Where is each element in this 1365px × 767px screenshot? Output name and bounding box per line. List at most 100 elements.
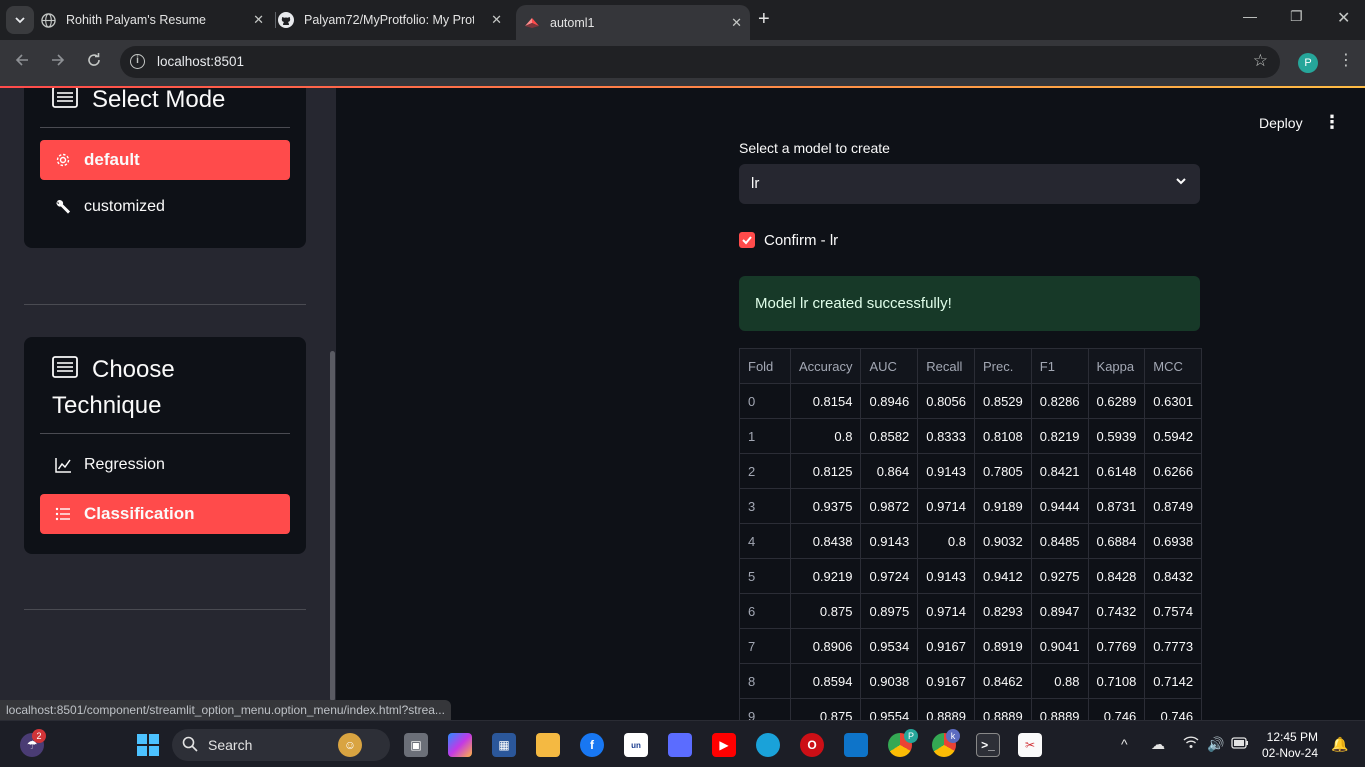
app-menu-icon[interactable]: ⋮ [1323, 112, 1341, 133]
unstop-icon[interactable]: un [624, 733, 648, 757]
metric-cell: 0.8333 [917, 418, 975, 454]
bookmark-star-icon[interactable]: ☆ [1253, 51, 1268, 71]
vscode-icon[interactable] [844, 733, 868, 757]
table-row[interactable]: 8 0.8594 0.9038 0.9167 0.8462 0.88 0.7108 0.714… [739, 663, 1203, 699]
restore-icon[interactable]: ❐ [1290, 8, 1303, 25]
url-text[interactable]: localhost:8501 [157, 54, 244, 69]
table-row[interactable]: 4 0.8438 0.9143 0.8 0.9032 0.8485 0.6884 0.6938 [739, 523, 1203, 559]
windows-start-icon[interactable] [136, 733, 160, 757]
opera-icon[interactable]: O [800, 733, 824, 757]
close-window-icon[interactable]: ✕ [1337, 8, 1350, 28]
close-icon[interactable]: ✕ [491, 12, 502, 28]
notification-bell-icon[interactable]: 🔔 [1331, 736, 1348, 753]
metric-cell: 0.746 [1144, 698, 1203, 720]
select-mode-label: Select Mode [92, 88, 226, 113]
github-icon [278, 12, 294, 28]
metric-cell: 0.9554 [860, 698, 919, 720]
forward-arrow-icon[interactable] [50, 52, 66, 73]
minimize-icon[interactable]: — [1243, 8, 1257, 24]
col-header[interactable]: Accuracy [789, 348, 862, 384]
address-bar[interactable]: i localhost:8501 ☆ [120, 46, 1280, 78]
option-label: customized [84, 198, 165, 215]
tab-resume[interactable]: Rohith Palyam's Resume ✕ [40, 6, 272, 34]
table-row[interactable]: 0 0.8154 0.8946 0.8056 0.8529 0.8286 0.6289 0.6… [739, 383, 1203, 419]
store-icon[interactable]: ▦ [492, 733, 516, 757]
option-classification[interactable]: Classification [40, 494, 290, 534]
tab-github[interactable]: Palyam72/MyProtfolio: My Prot ✕ [278, 6, 510, 34]
copilot-icon[interactable] [448, 733, 472, 757]
system-clock[interactable]: 12:45 PM 02-Nov-24 [1262, 729, 1318, 761]
metric-cell: 0.6884 [1087, 523, 1146, 559]
option-default[interactable]: default [40, 140, 290, 180]
wrench-icon [54, 198, 72, 216]
metric-cell: 0.9714 [917, 593, 975, 629]
clock-date: 02-Nov-24 [1262, 746, 1319, 760]
col-header[interactable]: MCC [1144, 348, 1203, 384]
table-row[interactable]: 3 0.9375 0.9872 0.9714 0.9189 0.9444 0.8731 0.8… [739, 488, 1203, 524]
battery-icon[interactable] [1231, 736, 1249, 752]
metric-cell: 0.88 [1030, 663, 1089, 699]
option-regression[interactable]: Regression [40, 445, 290, 485]
chevron-up-icon[interactable]: ^ [1121, 736, 1128, 752]
volume-icon[interactable]: 🔊 [1207, 736, 1224, 753]
model-select-label: Select a model to create [739, 140, 890, 156]
snipping-tool-icon[interactable]: ✂ [1018, 733, 1042, 757]
model-select[interactable]: lr [739, 164, 1200, 204]
edge-icon[interactable] [756, 733, 780, 757]
widgets-badge: 2 [32, 729, 46, 743]
terminal-icon[interactable]: >_ [976, 733, 1000, 757]
profile-avatar[interactable]: P [1298, 53, 1318, 73]
metric-cell: 0.8947 [1030, 593, 1089, 629]
metric-cell: 0.9275 [1030, 558, 1089, 594]
option-customized[interactable]: customized [40, 187, 290, 227]
metric-cell: 0.746 [1087, 698, 1146, 720]
reload-icon[interactable] [86, 52, 102, 73]
youtube-icon[interactable]: ▶ [712, 733, 736, 757]
table-row[interactable]: 1 0.8 0.8582 0.8333 0.8108 0.8219 0.5939 0.5942 [739, 418, 1203, 454]
task-view-icon[interactable]: ▣ [404, 733, 428, 757]
confirm-checkbox[interactable] [739, 232, 755, 248]
table-row[interactable]: 6 0.875 0.8975 0.9714 0.8293 0.8947 0.7432 0.75… [739, 593, 1203, 629]
table-row[interactable]: 9 0.875 0.9554 0.8889 0.8889 0.8889 0.746 0.746 [739, 698, 1203, 720]
success-message: Model lr created successfully! [755, 295, 952, 312]
table-row[interactable]: 2 0.8125 0.864 0.9143 0.7805 0.8421 0.6148 0.62… [739, 453, 1203, 489]
col-header[interactable]: Prec. [974, 348, 1032, 384]
results-table[interactable]: Fold Accuracy AUC Recall Prec. F1 Kappa … [739, 348, 1203, 720]
app-icon[interactable] [668, 733, 692, 757]
table-row[interactable]: 7 0.8906 0.9534 0.9167 0.8919 0.9041 0.7769 0.7… [739, 628, 1203, 664]
metric-cell: 0.9412 [974, 558, 1032, 594]
col-header[interactable]: Recall [917, 348, 975, 384]
gear-icon [54, 151, 72, 169]
col-header[interactable]: Fold [739, 348, 791, 384]
col-header[interactable]: Kappa [1087, 348, 1146, 384]
deploy-button[interactable]: Deploy [1259, 115, 1303, 131]
onedrive-cloud-icon[interactable]: ☁ [1151, 736, 1165, 753]
tab-automl1[interactable]: automl1 ✕ [516, 5, 750, 40]
confirm-label[interactable]: Confirm - lr [764, 232, 838, 249]
col-header[interactable]: F1 [1030, 348, 1089, 384]
metric-cell: 0.7769 [1087, 628, 1146, 664]
metric-cell: 0.7108 [1087, 663, 1146, 699]
success-alert: Model lr created successfully! [739, 276, 1200, 331]
card-divider [40, 433, 290, 434]
clock-time: 12:45 PM [1266, 730, 1319, 744]
close-icon[interactable]: ✕ [731, 15, 742, 31]
col-header[interactable]: AUC [860, 348, 919, 384]
tab-search-button[interactable] [6, 6, 34, 34]
metric-cell: 0.9724 [860, 558, 919, 594]
new-tab-button[interactable]: + [758, 8, 770, 31]
taskbar-search[interactable]: Search ☺ [172, 729, 390, 761]
close-icon[interactable]: ✕ [253, 12, 264, 28]
facebook-icon[interactable]: f [580, 733, 604, 757]
back-arrow-icon[interactable] [14, 52, 30, 73]
metric-cell: 0.8462 [974, 663, 1032, 699]
wifi-icon[interactable] [1183, 736, 1199, 752]
file-explorer-icon[interactable] [536, 733, 560, 757]
sidebar-scrollbar[interactable] [330, 351, 335, 701]
site-info-icon[interactable]: i [130, 54, 145, 69]
card-divider [40, 127, 290, 128]
metric-cell: 0.9143 [860, 523, 919, 559]
fold-cell: 1 [739, 418, 791, 454]
browser-menu-icon[interactable]: ⋮ [1338, 50, 1354, 70]
table-row[interactable]: 5 0.9219 0.9724 0.9143 0.9412 0.9275 0.8428 0.8… [739, 558, 1203, 594]
